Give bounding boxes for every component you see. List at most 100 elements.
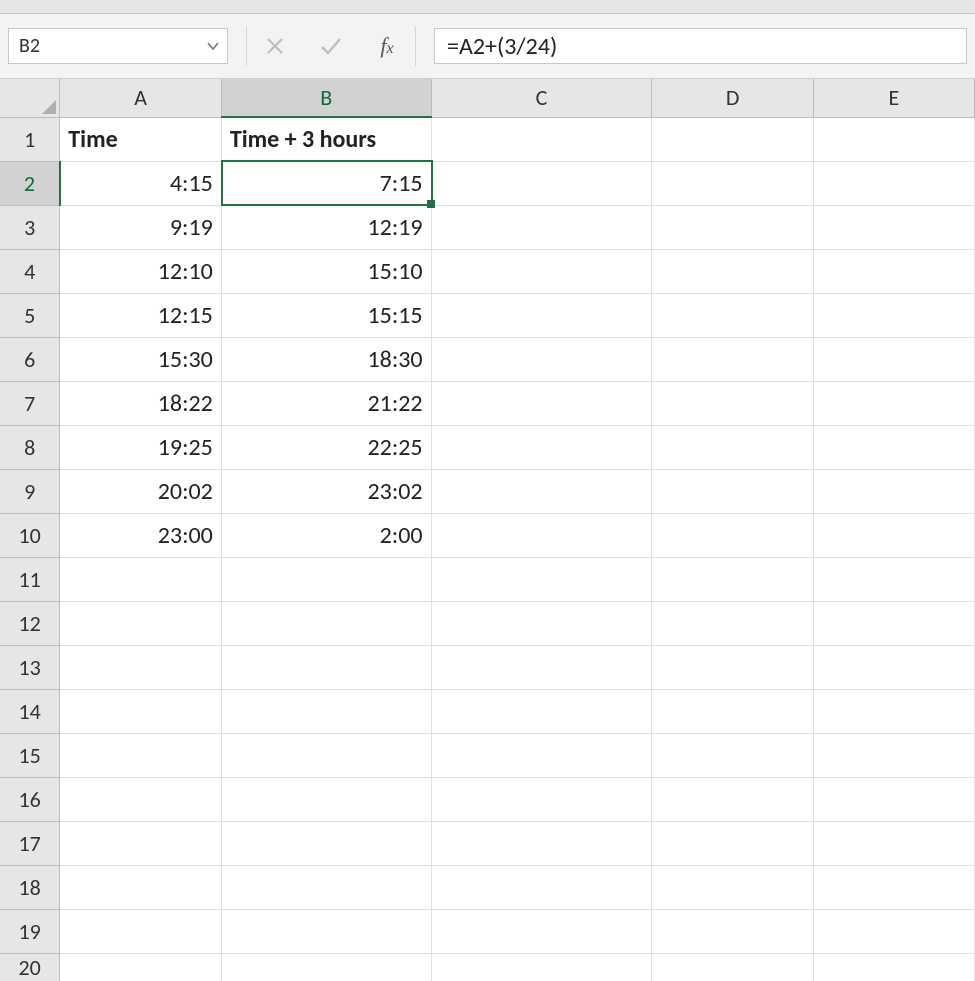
cell-E2[interactable] [813, 161, 974, 205]
column-header-D[interactable]: D [652, 79, 813, 117]
cell-A15[interactable] [60, 733, 222, 777]
cell-A17[interactable] [60, 821, 222, 865]
row-header-19[interactable]: 19 [0, 909, 60, 953]
chevron-down-icon[interactable] [207, 38, 219, 55]
cell-B13[interactable] [221, 645, 431, 689]
cell-C18[interactable] [431, 865, 652, 909]
column-header-B[interactable]: B [221, 79, 431, 117]
cell-B3[interactable]: 12:19 [221, 205, 431, 249]
cell-D13[interactable] [652, 645, 813, 689]
cell-E19[interactable] [813, 909, 974, 953]
cell-A13[interactable] [60, 645, 222, 689]
cell-E1[interactable] [813, 117, 974, 161]
cell-C13[interactable] [431, 645, 652, 689]
cell-E17[interactable] [813, 821, 974, 865]
cell-D11[interactable] [652, 557, 813, 601]
cell-A9[interactable]: 20:02 [60, 469, 222, 513]
cell-C6[interactable] [431, 337, 652, 381]
cell-C17[interactable] [431, 821, 652, 865]
cell-D12[interactable] [652, 601, 813, 645]
cell-A14[interactable] [60, 689, 222, 733]
cell-A4[interactable]: 12:10 [60, 249, 222, 293]
row-header-15[interactable]: 15 [0, 733, 60, 777]
cell-A18[interactable] [60, 865, 222, 909]
row-header-13[interactable]: 13 [0, 645, 60, 689]
cell-A3[interactable]: 9:19 [60, 205, 222, 249]
cell-C10[interactable] [431, 513, 652, 557]
cell-B11[interactable] [221, 557, 431, 601]
cell-B2[interactable]: 7:15 [221, 161, 431, 205]
cell-D16[interactable] [652, 777, 813, 821]
cell-C7[interactable] [431, 381, 652, 425]
cell-B14[interactable] [221, 689, 431, 733]
cell-E18[interactable] [813, 865, 974, 909]
row-header-17[interactable]: 17 [0, 821, 60, 865]
row-header-11[interactable]: 11 [0, 557, 60, 601]
cell-B1[interactable]: Time + 3 hours [221, 117, 431, 161]
cell-B9[interactable]: 23:02 [221, 469, 431, 513]
cell-B12[interactable] [221, 601, 431, 645]
cell-D10[interactable] [652, 513, 813, 557]
row-header-1[interactable]: 1 [0, 117, 60, 161]
cell-B17[interactable] [221, 821, 431, 865]
row-header-12[interactable]: 12 [0, 601, 60, 645]
cell-C1[interactable] [431, 117, 652, 161]
row-header-9[interactable]: 9 [0, 469, 60, 513]
cell-B19[interactable] [221, 909, 431, 953]
row-header-4[interactable]: 4 [0, 249, 60, 293]
cell-C4[interactable] [431, 249, 652, 293]
select-all-corner[interactable] [0, 79, 60, 117]
cell-B16[interactable] [221, 777, 431, 821]
cell-E12[interactable] [813, 601, 974, 645]
formula-input-wrap[interactable] [434, 28, 967, 64]
cell-D9[interactable] [652, 469, 813, 513]
cell-E8[interactable] [813, 425, 974, 469]
cell-A19[interactable] [60, 909, 222, 953]
cell-C20[interactable] [431, 953, 652, 981]
cell-C19[interactable] [431, 909, 652, 953]
cell-E9[interactable] [813, 469, 974, 513]
cell-B15[interactable] [221, 733, 431, 777]
cell-D14[interactable] [652, 689, 813, 733]
cell-A1[interactable]: Time [60, 117, 222, 161]
cell-C16[interactable] [431, 777, 652, 821]
cell-C2[interactable] [431, 161, 652, 205]
insert-function-button[interactable]: fx [359, 27, 415, 65]
cell-A10[interactable]: 23:00 [60, 513, 222, 557]
spreadsheet-grid[interactable]: ABCDE 1TimeTime + 3 hours24:157:1539:191… [0, 79, 975, 981]
cell-E7[interactable] [813, 381, 974, 425]
row-header-14[interactable]: 14 [0, 689, 60, 733]
cell-A6[interactable]: 15:30 [60, 337, 222, 381]
cell-E11[interactable] [813, 557, 974, 601]
cell-C14[interactable] [431, 689, 652, 733]
cell-D20[interactable] [652, 953, 813, 981]
row-header-16[interactable]: 16 [0, 777, 60, 821]
cell-B18[interactable] [221, 865, 431, 909]
row-header-20[interactable]: 20 [0, 953, 60, 981]
cell-B10[interactable]: 2:00 [221, 513, 431, 557]
cell-A5[interactable]: 12:15 [60, 293, 222, 337]
cell-D4[interactable] [652, 249, 813, 293]
cell-C15[interactable] [431, 733, 652, 777]
cell-D18[interactable] [652, 865, 813, 909]
cell-A7[interactable]: 18:22 [60, 381, 222, 425]
cell-B4[interactable]: 15:10 [221, 249, 431, 293]
cell-E10[interactable] [813, 513, 974, 557]
cell-A20[interactable] [60, 953, 222, 981]
cell-C3[interactable] [431, 205, 652, 249]
cell-D1[interactable] [652, 117, 813, 161]
cell-C8[interactable] [431, 425, 652, 469]
cell-E13[interactable] [813, 645, 974, 689]
cell-B5[interactable]: 15:15 [221, 293, 431, 337]
cell-D8[interactable] [652, 425, 813, 469]
cell-B7[interactable]: 21:22 [221, 381, 431, 425]
column-header-A[interactable]: A [60, 79, 222, 117]
name-box[interactable]: B2 [8, 28, 228, 64]
cell-A2[interactable]: 4:15 [60, 161, 222, 205]
cell-E14[interactable] [813, 689, 974, 733]
cell-E16[interactable] [813, 777, 974, 821]
cell-B6[interactable]: 18:30 [221, 337, 431, 381]
row-header-8[interactable]: 8 [0, 425, 60, 469]
cell-B20[interactable] [221, 953, 431, 981]
cell-D19[interactable] [652, 909, 813, 953]
